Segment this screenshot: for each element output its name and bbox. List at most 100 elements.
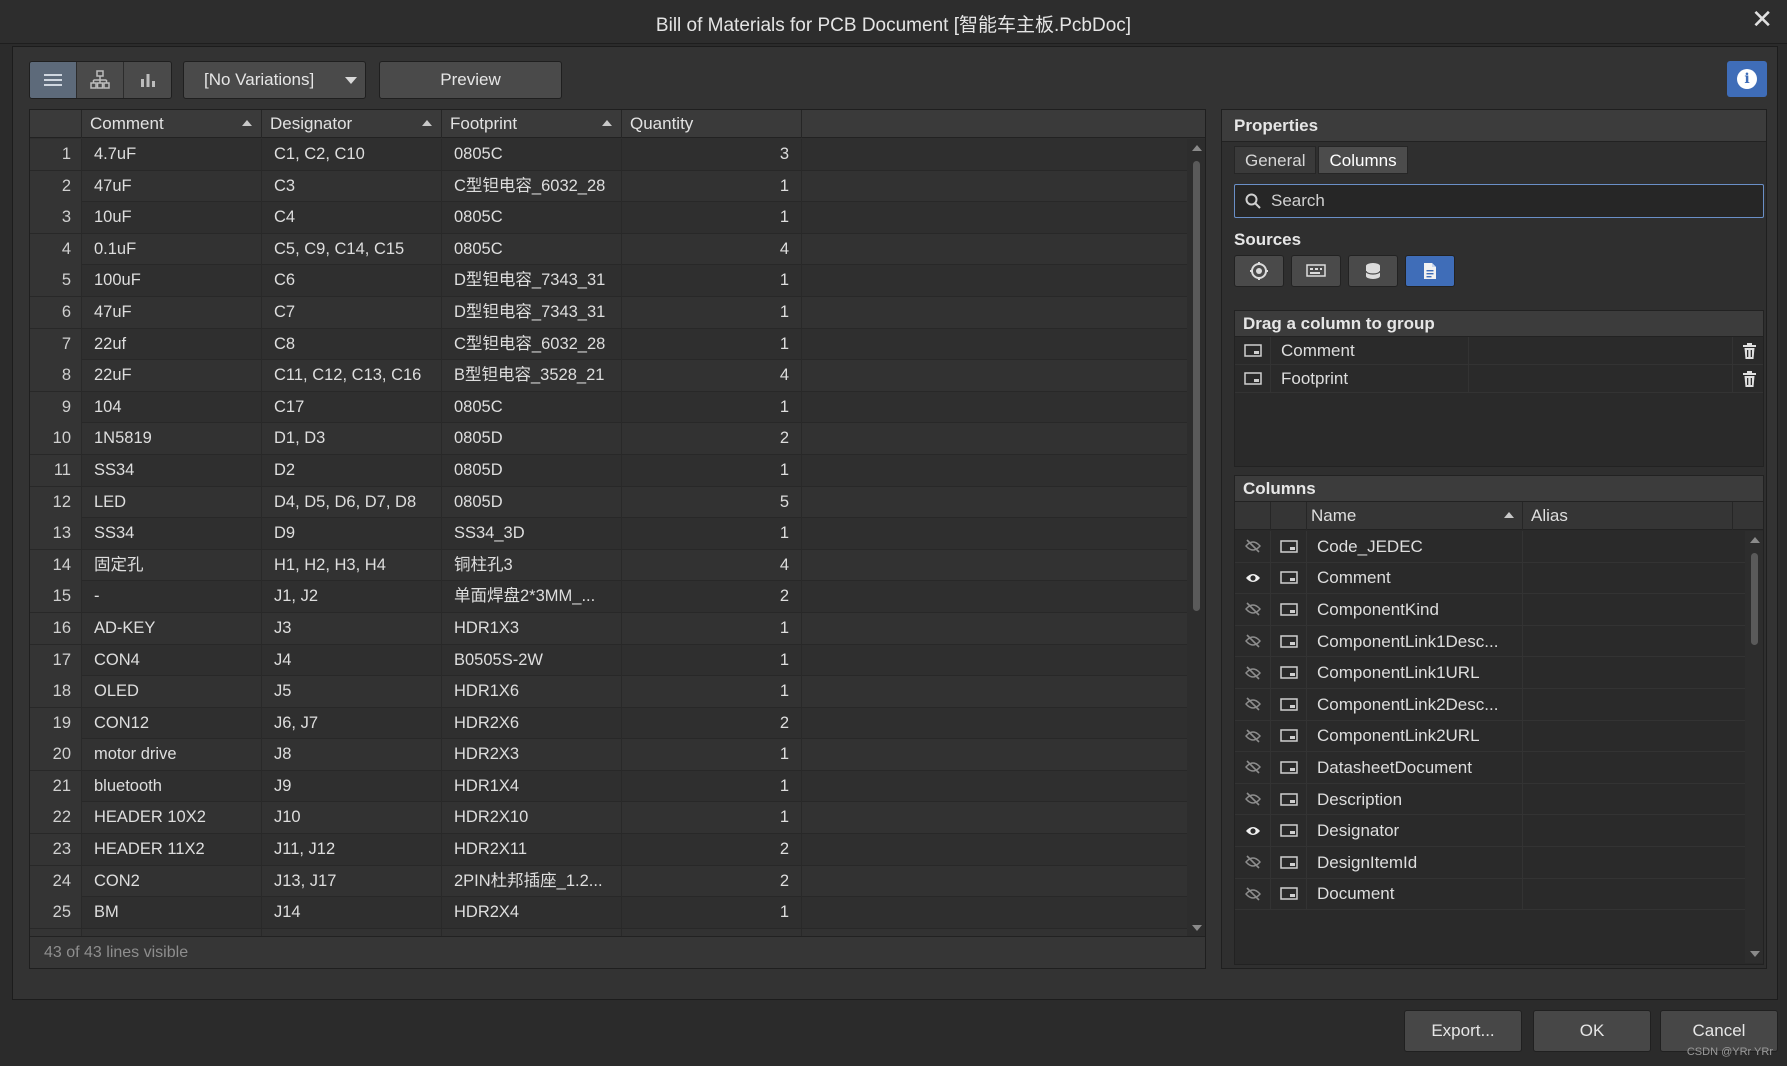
table-row[interactable]: 18 OLED J5 HDR1X6 1: [30, 676, 1188, 708]
visibility-toggle[interactable]: [1235, 562, 1271, 594]
designator-cell: H1, H2, H3, H4: [262, 549, 442, 581]
comment-column-header[interactable]: Comment: [82, 110, 262, 138]
visibility-toggle[interactable]: [1235, 657, 1271, 689]
visibility-toggle[interactable]: [1235, 531, 1271, 562]
column-list-item[interactable]: ComponentLink2Desc...: [1235, 688, 1745, 721]
document-source-button[interactable]: [1405, 255, 1455, 287]
table-row[interactable]: 24 CON2 J13, J17 2PIN杜邦插座_1.2... 2: [30, 865, 1188, 898]
delete-group-button[interactable]: [1739, 341, 1759, 361]
table-row[interactable]: 7 22uf C8 C型钽电容_6032_28 1: [30, 328, 1188, 361]
scroll-thumb[interactable]: [1751, 553, 1758, 645]
column-alias[interactable]: [1523, 531, 1745, 562]
table-row[interactable]: 14 固定孔 H1, H2, H3, H4 铜柱孔3 4: [30, 549, 1188, 582]
column-list-item[interactable]: Designator: [1235, 815, 1745, 847]
tab-general[interactable]: General: [1234, 146, 1317, 174]
tree-view-button[interactable]: [77, 62, 124, 98]
column-alias[interactable]: [1523, 847, 1745, 878]
table-row[interactable]: 10 1N5819 D1, D3 0805D 2: [30, 423, 1188, 455]
column-alias[interactable]: [1523, 752, 1745, 783]
column-alias[interactable]: [1523, 815, 1745, 846]
column-list-item[interactable]: DesignItemId: [1235, 846, 1745, 879]
visibility-toggle[interactable]: [1235, 878, 1271, 910]
table-row[interactable]: 8 22uF C11, C12, C13, C16 B型钽电容_3528_21 4: [30, 360, 1188, 392]
quantity-column-header[interactable]: Quantity: [622, 110, 802, 138]
group-item[interactable]: Comment: [1235, 336, 1763, 365]
grid-scrollbar[interactable]: [1187, 139, 1205, 937]
table-row[interactable]: 15- J1, J2 单面焊盘2*3MM_... 2: [30, 581, 1188, 613]
database-source-button[interactable]: [1348, 255, 1398, 287]
column-list-item[interactable]: Description: [1235, 783, 1745, 816]
column-alias[interactable]: [1523, 594, 1745, 625]
scroll-down-icon[interactable]: [1750, 951, 1760, 957]
table-row[interactable]: 17 CON4 J4 B0505S-2W 1: [30, 644, 1188, 677]
scroll-thumb[interactable]: [1193, 161, 1200, 611]
column-alias[interactable]: [1523, 689, 1745, 720]
footprint-column-header[interactable]: Footprint: [442, 110, 622, 138]
designator-cell: C4: [262, 202, 442, 234]
visibility-toggle[interactable]: [1235, 688, 1271, 720]
column-alias[interactable]: [1523, 878, 1745, 909]
column-alias[interactable]: [1523, 562, 1745, 593]
pcb-parameters-button[interactable]: [1291, 255, 1341, 287]
table-row[interactable]: 16 AD-KEY J3 HDR1X3 1: [30, 612, 1188, 645]
column-list-item[interactable]: ComponentLink1Desc...: [1235, 625, 1745, 658]
group-item[interactable]: Footprint: [1235, 364, 1763, 393]
search-input[interactable]: [1271, 191, 1751, 211]
table-row[interactable]: 5 100uF C6 D型钽电容_7343_31 1: [30, 265, 1188, 297]
visibility-toggle[interactable]: [1235, 815, 1271, 847]
designator-column-header[interactable]: Designator: [262, 110, 442, 138]
table-row[interactable]: 3 10uF C4 0805C 1: [30, 202, 1188, 234]
column-alias[interactable]: [1523, 626, 1745, 657]
table-row[interactable]: 1 4.7uF C1, C2, C10 0805C 3: [30, 139, 1188, 171]
table-row[interactable]: 11 SS34 D2 0805D 1: [30, 454, 1188, 487]
export-button[interactable]: Export...: [1404, 1010, 1522, 1052]
column-alias[interactable]: [1523, 720, 1745, 751]
list-view-button[interactable]: [30, 62, 77, 98]
visibility-toggle[interactable]: [1235, 783, 1271, 815]
column-list-item[interactable]: ComponentLink2URL: [1235, 720, 1745, 753]
visibility-toggle[interactable]: [1235, 751, 1271, 783]
column-alias[interactable]: [1523, 657, 1745, 688]
column-alias[interactable]: [1523, 784, 1745, 815]
table-row[interactable]: 12 LED D4, D5, D6, D7, D8 0805D 5: [30, 486, 1188, 519]
table-row[interactable]: 2 47uF C3 C型钽电容_6032_28 1: [30, 170, 1188, 203]
visibility-toggle[interactable]: [1235, 625, 1271, 657]
columns-scrollbar[interactable]: [1745, 531, 1763, 963]
group-by-box[interactable]: Drag a column to group Comment Footprint: [1234, 310, 1764, 467]
table-row[interactable]: 25 BM J14 HDR2X4 1: [30, 897, 1188, 929]
empty-cell: [802, 423, 1188, 454]
column-list-item[interactable]: Document: [1235, 878, 1745, 911]
table-row[interactable]: 23 HEADER 11X2 J11, J12 HDR2X11 2: [30, 834, 1188, 866]
variations-dropdown[interactable]: [No Variations]: [183, 61, 366, 99]
tab-columns[interactable]: Columns: [1318, 146, 1408, 174]
scroll-down-icon[interactable]: [1192, 925, 1202, 931]
visibility-toggle[interactable]: [1235, 593, 1271, 625]
table-row[interactable]: 19 CON12 J6, J7 HDR2X6 2: [30, 707, 1188, 740]
column-type-icon: [1279, 540, 1298, 553]
table-row[interactable]: 21 bluetooth J9 HDR1X4 1: [30, 770, 1188, 803]
table-row[interactable]: 4 0.1uF C5, C9, C14, C15 0805C 4: [30, 233, 1188, 266]
table-row[interactable]: 22 HEADER 10X2 J10 HDR2X10 1: [30, 802, 1188, 835]
chart-view-button[interactable]: [124, 62, 171, 98]
visibility-toggle[interactable]: [1235, 846, 1271, 878]
ok-button[interactable]: OK: [1533, 1010, 1651, 1052]
visibility-toggle[interactable]: [1235, 720, 1271, 752]
table-row[interactable]: 6 47uF C7 D型钽电容_7343_31 1: [30, 296, 1188, 329]
name-column-header[interactable]: Name: [1307, 502, 1523, 530]
info-button[interactable]: i: [1727, 61, 1767, 97]
table-row[interactable]: 13 SS34 D9 SS34_3D 1: [30, 518, 1188, 550]
column-list-item[interactable]: Comment: [1235, 562, 1745, 595]
column-list-item[interactable]: Code_JEDEC: [1235, 531, 1745, 563]
column-list-item[interactable]: ComponentKind: [1235, 593, 1745, 626]
alias-column-header[interactable]: Alias: [1523, 502, 1733, 530]
close-icon[interactable]: ✕: [1751, 4, 1773, 35]
scroll-up-icon[interactable]: [1192, 145, 1202, 151]
preview-button[interactable]: Preview: [379, 61, 562, 99]
table-row[interactable]: 9 104 C17 0805C 1: [30, 391, 1188, 424]
column-list-item[interactable]: DatasheetDocument: [1235, 751, 1745, 784]
table-row[interactable]: 20 motor drive J8 HDR2X3 1: [30, 739, 1188, 771]
component-source-button[interactable]: [1234, 255, 1284, 287]
column-list-item[interactable]: ComponentLink1URL: [1235, 657, 1745, 689]
scroll-up-icon[interactable]: [1750, 537, 1760, 543]
delete-group-button[interactable]: [1739, 369, 1759, 389]
